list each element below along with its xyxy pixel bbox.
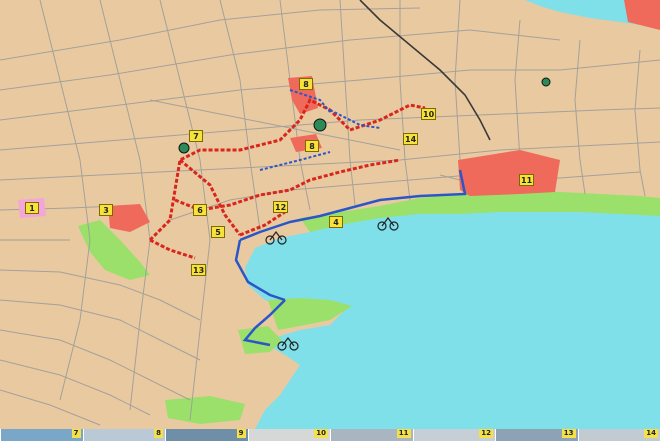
photo-thumbnail[interactable]: 14 xyxy=(577,429,660,441)
thumbnail-number: 10 xyxy=(314,429,328,438)
map-marker-7[interactable]: 7 xyxy=(189,130,203,142)
map-marker-8b[interactable]: 8 xyxy=(305,140,319,152)
photo-thumbnail[interactable]: 9 xyxy=(165,429,248,441)
photo-thumbnail[interactable]: 7 xyxy=(0,429,83,441)
map-marker-6[interactable]: 6 xyxy=(193,204,207,216)
map-marker-3[interactable]: 3 xyxy=(99,204,113,216)
photo-thumbnail[interactable]: 11 xyxy=(330,429,413,441)
photo-thumbnail[interactable]: 12 xyxy=(412,429,495,441)
map-marker-8a[interactable]: 8 xyxy=(299,78,313,90)
thumbnail-number: 9 xyxy=(236,429,246,438)
map-marker-12[interactable]: 12 xyxy=(273,201,289,213)
thumbnail-number: 12 xyxy=(479,429,493,438)
map-marker-11[interactable]: 11 xyxy=(519,174,535,186)
landmark-icon[interactable] xyxy=(178,142,190,154)
thumbnail-number: 14 xyxy=(644,429,658,438)
photo-thumbnail[interactable]: 13 xyxy=(495,429,578,441)
map-marker-5[interactable]: 5 xyxy=(211,226,225,238)
map-marker-14[interactable]: 14 xyxy=(403,133,419,145)
photo-thumbnail[interactable]: 10 xyxy=(247,429,330,441)
map-marker-4[interactable]: 4 xyxy=(329,216,343,228)
thumbnail-number: 8 xyxy=(154,429,163,438)
thumbnail-number: 7 xyxy=(71,429,81,438)
thumbnail-number: 13 xyxy=(561,429,576,438)
photo-thumbnail[interactable]: 8 xyxy=(82,429,165,441)
city-map: 1 3 4 5 6 7 8 8 10 11 12 13 14 7 8 9 10 11 12 13 14 xyxy=(0,0,660,441)
map-marker-10[interactable]: 10 xyxy=(421,108,437,120)
thumbnail-number: 11 xyxy=(396,429,411,438)
map-marker-13[interactable]: 13 xyxy=(191,264,207,276)
map-marker-1[interactable]: 1 xyxy=(25,202,39,214)
landmark-icon[interactable] xyxy=(313,118,327,132)
photo-strip: 7 8 9 10 11 12 13 14 xyxy=(0,429,660,441)
landmark-icon[interactable] xyxy=(541,77,551,87)
